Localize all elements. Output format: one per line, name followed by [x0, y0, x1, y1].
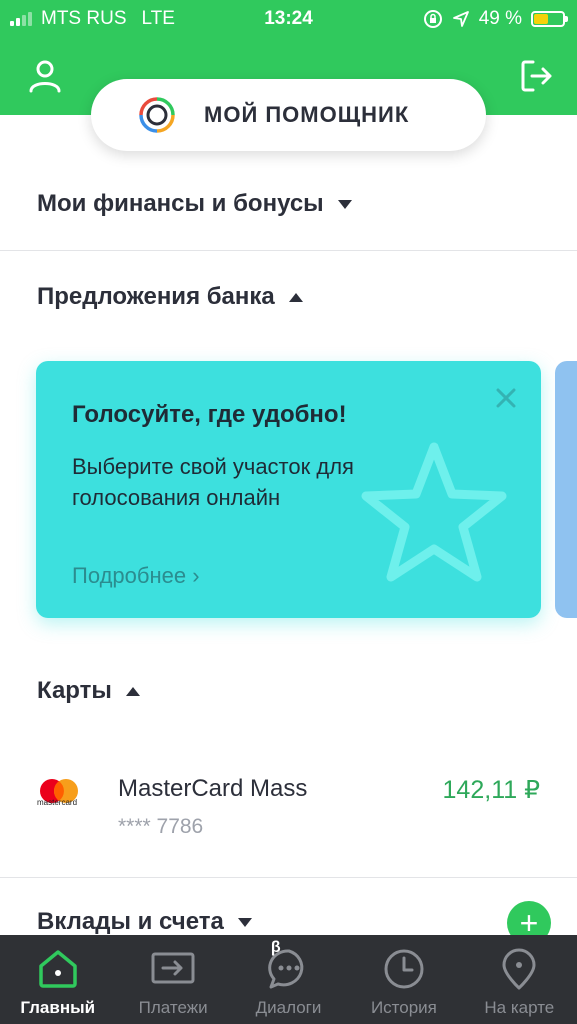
section-offers[interactable]: Предложения банка	[37, 283, 303, 311]
caret-up-icon	[125, 686, 140, 696]
status-icons: 49 %	[423, 8, 568, 30]
tab-label: Диалоги	[255, 998, 322, 1017]
card-balance: 142,11 ₽	[442, 776, 540, 804]
card-number: **** 7786	[118, 815, 204, 838]
assistant-logo-icon	[139, 97, 175, 133]
assistant-label: МОЙ ПОМОЩНИК	[204, 102, 410, 127]
home-icon	[38, 950, 77, 988]
tab-payments[interactable]: Платежи	[115, 935, 230, 1024]
tab-label: История	[370, 998, 437, 1017]
tab-home[interactable]: Главный	[0, 935, 115, 1024]
logout-icon[interactable]	[519, 58, 555, 94]
lock-rotation-icon	[423, 10, 442, 28]
transfer-icon	[151, 952, 195, 984]
caret-down-icon	[237, 917, 252, 927]
promo-text: Выберите свой участок для голосования он…	[72, 454, 354, 510]
promo-more-link[interactable]: Подробнее ›	[72, 563, 200, 589]
divider	[0, 877, 577, 878]
section-finances[interactable]: Мои финансы и бонусы	[37, 190, 352, 218]
section-deposits-title: Вклады и счета	[37, 908, 224, 935]
tab-history[interactable]: История	[346, 935, 461, 1024]
tab-map[interactable]: На карте	[462, 935, 577, 1024]
tab-bar: Главный Платежи β Диалоги История На кар…	[0, 935, 577, 1024]
location-arrow-icon	[452, 11, 469, 27]
promo-card[interactable]: Голосуйте, где удобно! Выберите свой уча…	[36, 361, 541, 618]
divider	[0, 250, 577, 251]
tab-label: На карте	[484, 998, 555, 1017]
section-cards[interactable]: Карты	[37, 677, 140, 705]
promo-title: Голосуйте, где удобно!	[72, 401, 347, 428]
tab-dialogs[interactable]: β Диалоги	[231, 935, 346, 1024]
section-finances-title: Мои финансы и бонусы	[37, 190, 324, 217]
status-bar: MTS RUS LTE 13:24 49 %	[0, 0, 577, 38]
assistant-button[interactable]: МОЙ ПОМОЩНИК	[91, 79, 486, 151]
beta-badge: β	[270, 939, 281, 956]
clock-icon	[384, 949, 424, 989]
card-name: MasterCard Mass	[118, 775, 308, 802]
card-item[interactable]: mastercard MasterCard Mass **** 7786 142…	[0, 758, 577, 848]
battery-percent: 49 %	[478, 8, 522, 29]
battery-level	[534, 14, 548, 24]
map-pin-icon	[502, 948, 536, 990]
section-offers-title: Предложения банка	[37, 283, 275, 310]
tab-label: Платежи	[138, 998, 208, 1017]
section-cards-title: Карты	[37, 677, 112, 704]
caret-down-icon	[337, 199, 352, 209]
user-icon[interactable]	[27, 58, 63, 94]
tab-label: Главный	[20, 998, 96, 1017]
battery-icon	[531, 11, 568, 27]
section-deposits[interactable]: Вклады и счета	[37, 908, 252, 936]
promo-card-next[interactable]	[555, 361, 577, 618]
card-brand-label: mastercard	[37, 798, 78, 807]
caret-up-icon	[288, 292, 303, 302]
close-icon[interactable]	[495, 387, 517, 409]
